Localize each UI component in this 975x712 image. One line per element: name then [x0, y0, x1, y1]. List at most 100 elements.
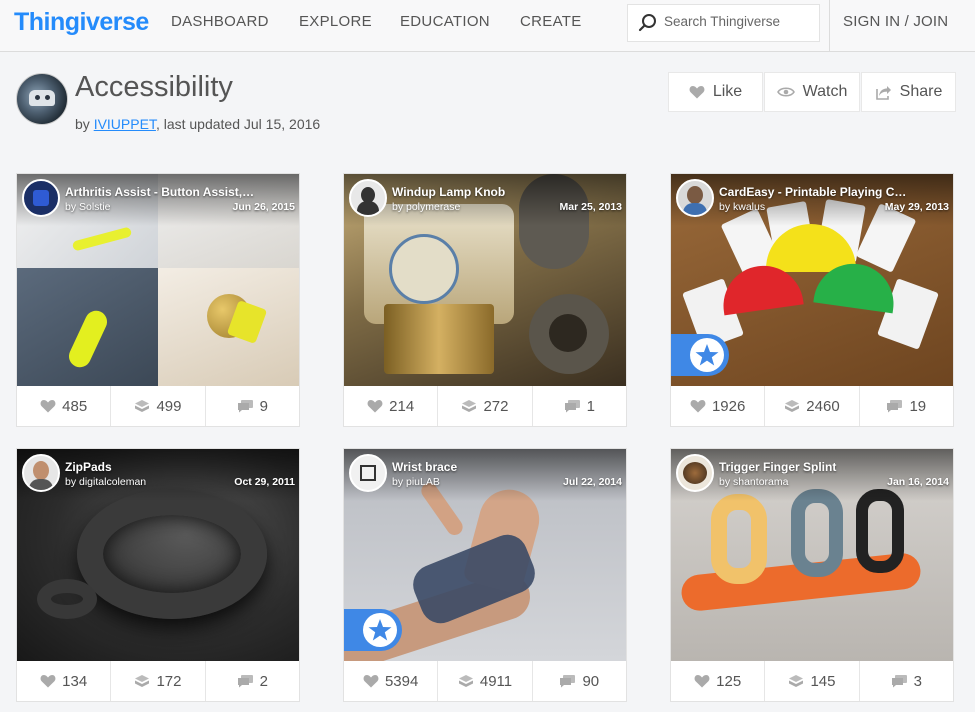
search-box[interactable]	[627, 4, 820, 42]
author-avatar[interactable]	[676, 454, 714, 492]
thing-thumbnail[interactable]: Windup Lamp Knob by polymerase Mar 25, 2…	[344, 174, 626, 386]
thing-thumbnail[interactable]: CardEasy - Printable Playing Card Holder…	[671, 174, 953, 386]
like-stat[interactable]: 134	[17, 661, 112, 701]
comment-count: 9	[259, 397, 268, 415]
nav-create[interactable]: CREATE	[520, 13, 582, 30]
signin-link[interactable]: SIGN IN / JOIN	[843, 13, 948, 30]
thing-stats: 134 172 2	[17, 661, 299, 701]
author-avatar[interactable]	[22, 454, 60, 492]
collect-stat[interactable]: 2460	[765, 386, 860, 426]
thing-stats: 214 272 1	[344, 386, 626, 426]
like-button[interactable]: Like	[668, 72, 763, 112]
like-count: 1926	[711, 397, 746, 415]
thing-card[interactable]: Trigger Finger Splint by shantorama Jan …	[670, 448, 954, 702]
author-avatar[interactable]	[349, 179, 387, 217]
comment-stat[interactable]: 90	[533, 661, 626, 701]
collect-count: 4911	[479, 672, 513, 690]
thing-title[interactable]: Trigger Finger Splint	[719, 460, 909, 474]
comment-icon	[891, 675, 907, 688]
search-input[interactable]	[664, 14, 814, 29]
featured-badge	[344, 609, 402, 651]
collect-count: 145	[810, 672, 836, 690]
author-link[interactable]: IVIUPPET	[94, 116, 156, 132]
like-count: 134	[62, 672, 88, 690]
author-avatar[interactable]	[22, 179, 60, 217]
thing-author[interactable]: by shantorama	[719, 476, 788, 488]
thing-author[interactable]: by polymerase	[392, 201, 460, 213]
thing-title[interactable]: Windup Lamp Knob	[392, 185, 582, 199]
comment-count: 3	[913, 672, 922, 690]
thing-card[interactable]: Arthritis Assist - Button Assist, Zipper…	[16, 173, 300, 427]
thing-author[interactable]: by Solstie	[65, 201, 111, 213]
like-stat[interactable]: 125	[671, 661, 766, 701]
thing-date: May 29, 2013	[884, 201, 949, 213]
thing-author[interactable]: by kwalus	[719, 201, 765, 213]
collect-stat[interactable]: 145	[765, 661, 860, 701]
thing-stats: 125 145 3	[671, 661, 953, 701]
nav-education[interactable]: EDUCATION	[400, 13, 490, 30]
author-avatar[interactable]	[676, 179, 714, 217]
share-button[interactable]: Share	[861, 72, 956, 112]
collect-count: 499	[156, 397, 182, 415]
thing-card[interactable]: CardEasy - Printable Playing Card Holder…	[670, 173, 954, 427]
like-stat[interactable]: 1926	[671, 386, 766, 426]
comment-count: 1	[586, 397, 595, 415]
comment-stat[interactable]: 1	[533, 386, 626, 426]
comment-stat[interactable]: 3	[860, 661, 953, 701]
thing-card[interactable]: Windup Lamp Knob by polymerase Mar 25, 2…	[343, 173, 627, 427]
nav-explore[interactable]: EXPLORE	[299, 13, 372, 30]
collect-stat[interactable]: 499	[111, 386, 206, 426]
comment-stat[interactable]: 2	[206, 661, 299, 701]
collect-icon	[789, 675, 804, 687]
thingiverse-logo[interactable]: Thingiverse	[14, 8, 149, 37]
thing-title[interactable]: ZipPads	[65, 460, 255, 474]
collect-stat[interactable]: 272	[438, 386, 533, 426]
collection-owner-avatar[interactable]	[16, 73, 68, 125]
thing-card[interactable]: ZipPads by digitalcoleman Oct 29, 2011 1…	[16, 448, 300, 702]
comment-stat[interactable]: 9	[206, 386, 299, 426]
nav-dashboard[interactable]: DASHBOARD	[171, 13, 269, 30]
thing-thumbnail[interactable]: Trigger Finger Splint by shantorama Jan …	[671, 449, 953, 661]
comment-stat[interactable]: 19	[860, 386, 953, 426]
thing-date: Oct 29, 2011	[234, 476, 295, 488]
collect-icon	[462, 400, 477, 412]
like-count: 214	[389, 397, 415, 415]
collect-stat[interactable]: 172	[111, 661, 206, 701]
thing-thumbnail[interactable]: ZipPads by digitalcoleman Oct 29, 2011	[17, 449, 299, 661]
thing-thumbnail[interactable]: Arthritis Assist - Button Assist, Zipper…	[17, 174, 299, 386]
collect-stat[interactable]: 4911	[438, 661, 533, 701]
heart-icon	[690, 400, 706, 413]
share-icon	[875, 85, 891, 100]
thing-title[interactable]: CardEasy - Printable Playing Card Holder	[719, 185, 909, 199]
top-nav: Thingiverse DASHBOARD EXPLORE EDUCATION …	[0, 0, 975, 52]
last-updated: , last updated Jul 15, 2016	[155, 116, 321, 132]
heart-icon	[40, 675, 56, 688]
comment-icon	[237, 400, 253, 413]
thing-stats: 5394 4911 90	[344, 661, 626, 701]
share-label: Share	[899, 83, 943, 100]
thing-stats: 1926 2460 19	[671, 386, 953, 426]
watch-label: Watch	[802, 83, 848, 100]
thing-card[interactable]: Wrist brace by piuLAB Jul 22, 2014 5394 …	[343, 448, 627, 702]
thing-date: Jun 26, 2015	[232, 201, 295, 213]
heart-icon	[694, 675, 710, 688]
thing-thumbnail[interactable]: Wrist brace by piuLAB Jul 22, 2014	[344, 449, 626, 661]
thing-date: Jan 16, 2014	[887, 476, 949, 488]
thing-title[interactable]: Arthritis Assist - Button Assist, Zipper…	[65, 185, 255, 199]
like-count: 485	[62, 397, 88, 415]
thing-author[interactable]: by digitalcoleman	[65, 476, 146, 488]
comment-icon	[237, 675, 253, 688]
thing-title[interactable]: Wrist brace	[392, 460, 582, 474]
author-avatar[interactable]	[349, 454, 387, 492]
like-label: Like	[712, 83, 743, 100]
thing-stats: 485 499 9	[17, 386, 299, 426]
collect-icon	[785, 400, 800, 412]
watch-button[interactable]: Watch	[764, 72, 860, 112]
thing-author[interactable]: by piuLAB	[392, 476, 440, 488]
like-stat[interactable]: 5394	[344, 661, 439, 701]
nav-divider	[829, 0, 830, 52]
search-icon	[638, 13, 658, 38]
like-stat[interactable]: 214	[344, 386, 439, 426]
comment-icon	[887, 400, 903, 413]
like-stat[interactable]: 485	[17, 386, 112, 426]
